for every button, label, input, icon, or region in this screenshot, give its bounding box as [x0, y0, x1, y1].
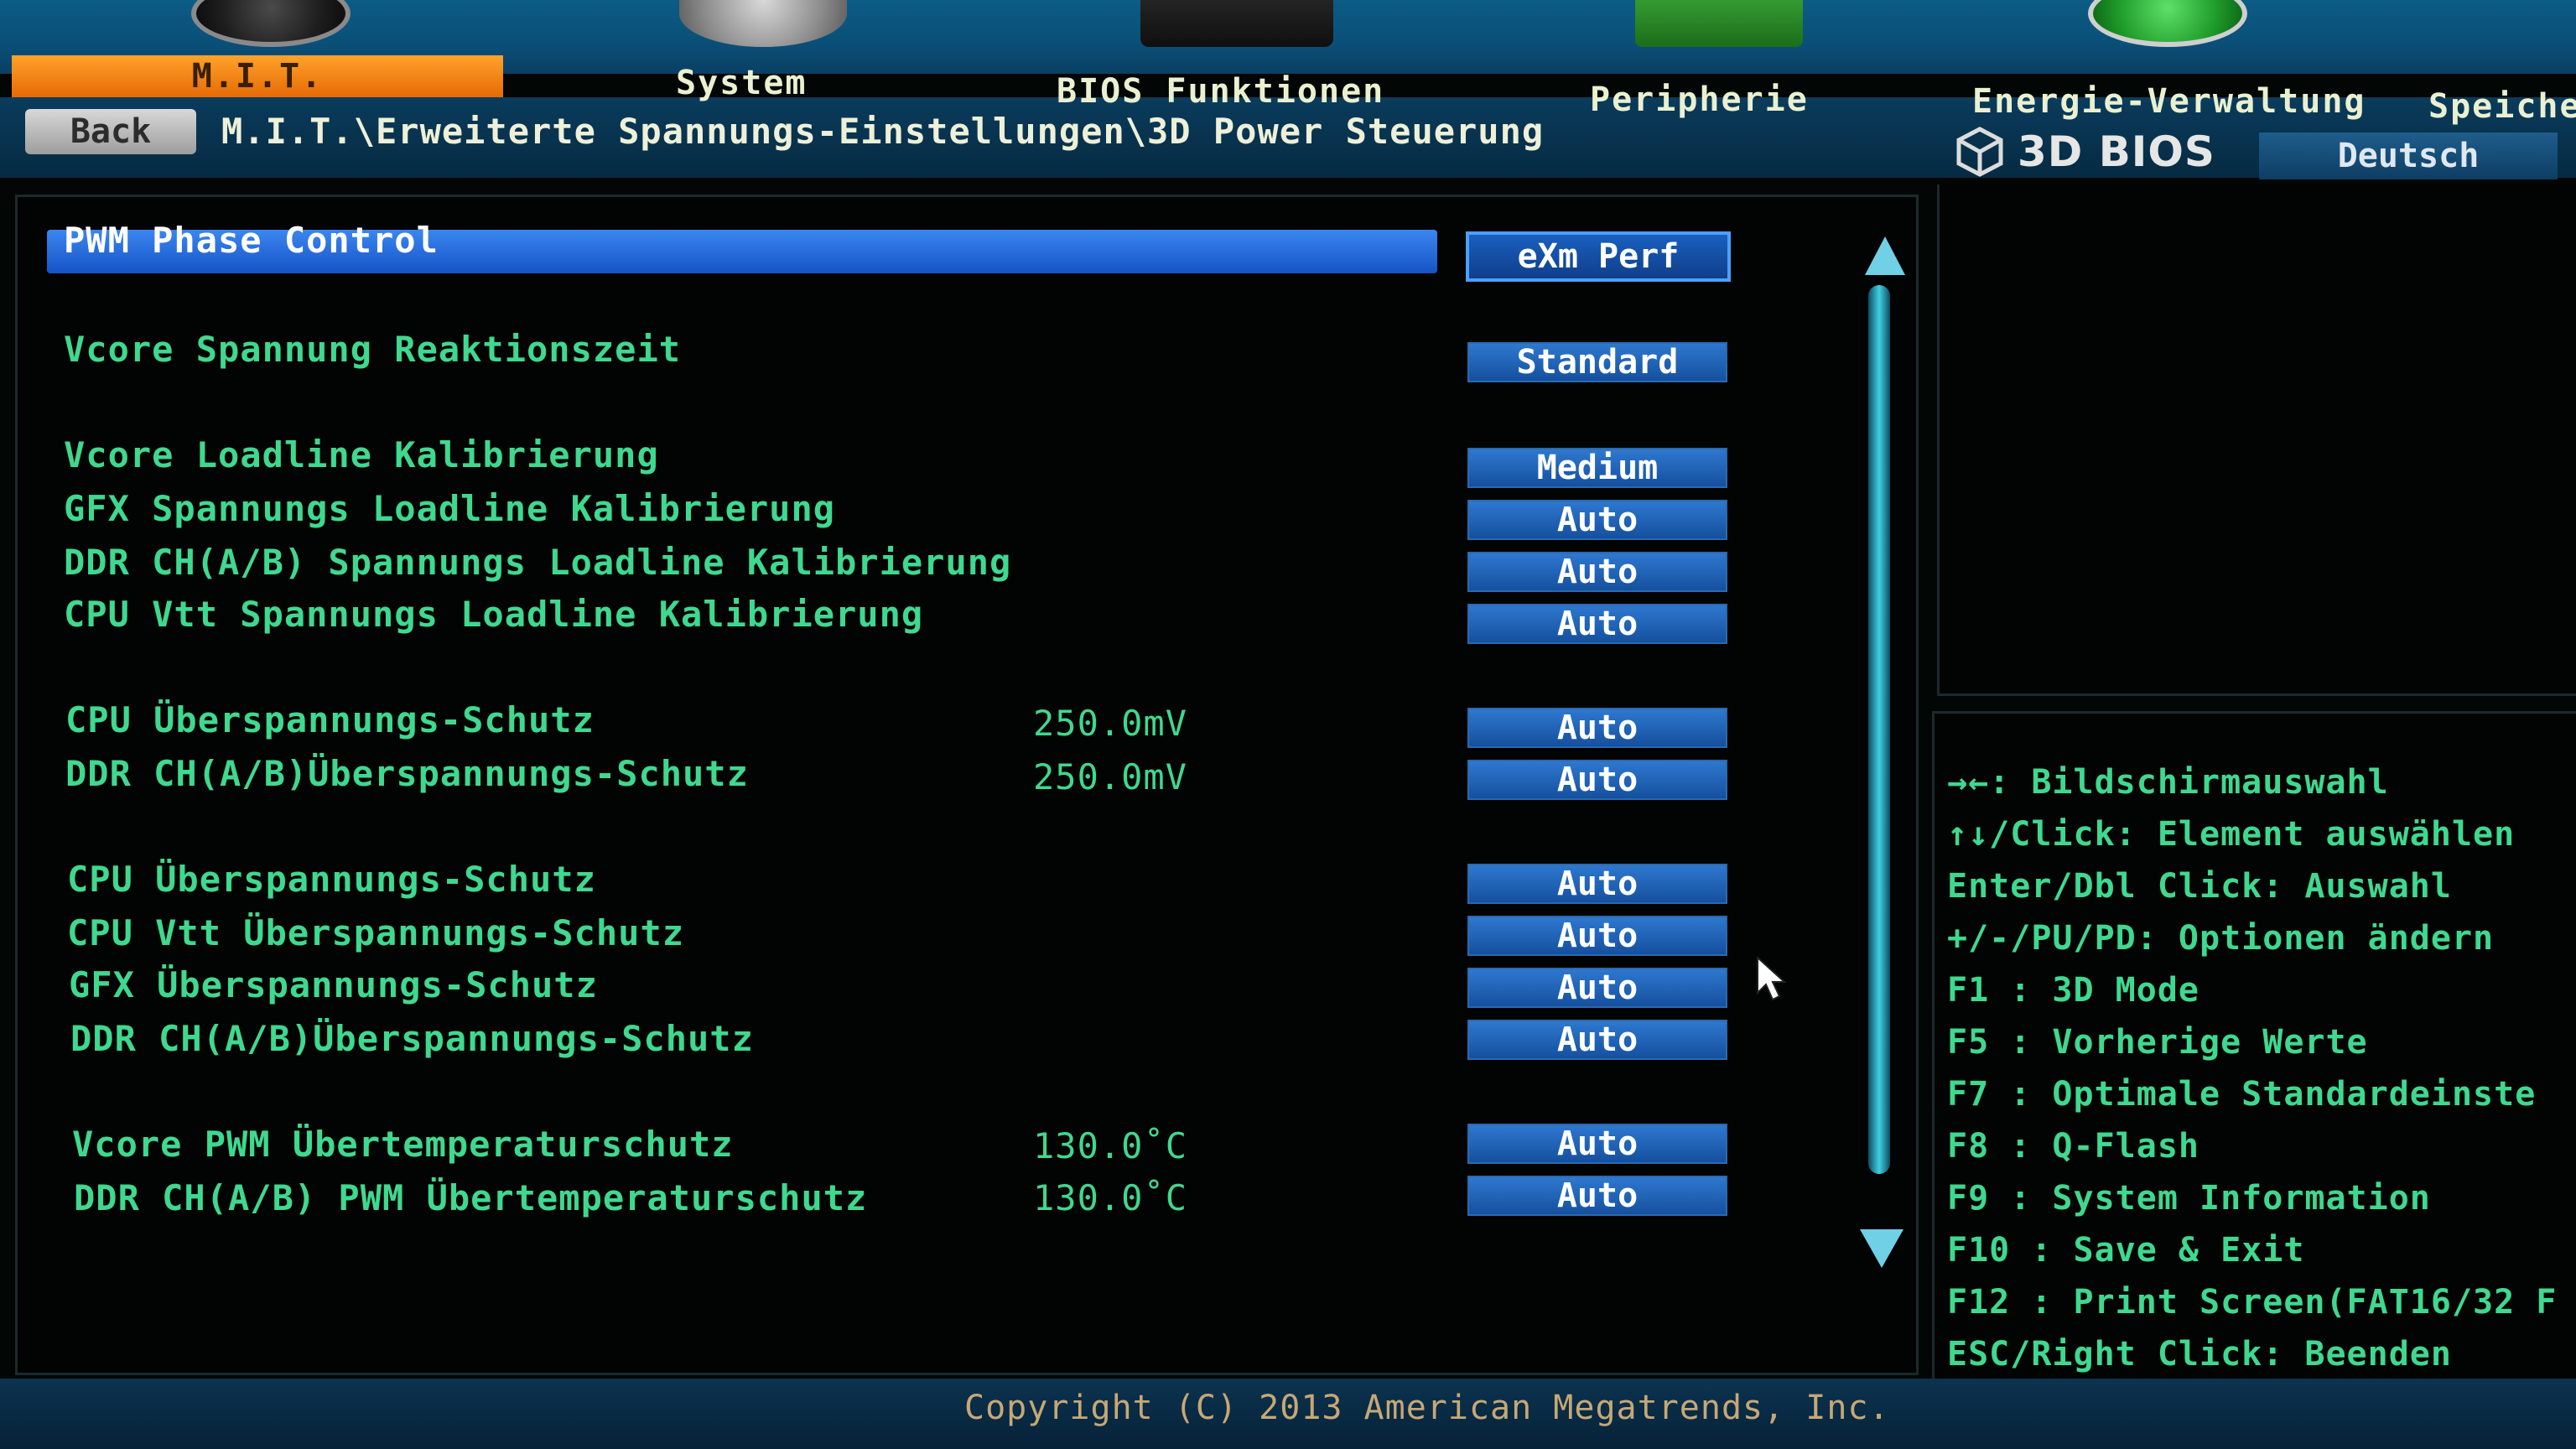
- setting-label-ddr-ueberspannung[interactable]: DDR CH(A/B)Überspannungs-Schutz: [65, 753, 749, 794]
- help-line-f10: F10 : Save & Exit: [1947, 1231, 2305, 1270]
- value-ddr-ueberspannung[interactable]: Auto: [1467, 760, 1727, 800]
- help-line-f8: F8 : Q-Flash: [1947, 1127, 2199, 1166]
- tab-mit[interactable]: M.I.T.: [12, 55, 503, 97]
- cube-icon: [1956, 127, 2003, 177]
- value-ddr-uebertemperatur[interactable]: Auto: [1467, 1176, 1727, 1216]
- value-vcore-reaktionszeit[interactable]: Standard: [1467, 342, 1727, 382]
- value-cpu-vtt-loadline[interactable]: Auto: [1467, 604, 1727, 644]
- logo-3d-bios[interactable]: 3D BIOS: [1954, 126, 2215, 178]
- setting-label-pwm-phase-control[interactable]: PWM Phase Control: [64, 220, 439, 261]
- setting-label-gfx-loadline[interactable]: GFX Spannungs Loadline Kalibrierung: [64, 488, 835, 529]
- value-vcore-loadline[interactable]: Medium: [1467, 448, 1727, 488]
- setting-label-ddr-ueberspannung-2[interactable]: DDR CH(A/B)Überspannungs-Schutz: [70, 1018, 754, 1059]
- reading-cpu-ueberspannung: 250.0mV: [1033, 703, 1188, 744]
- reading-ddr-temperatur: 130.0˚C: [1033, 1177, 1188, 1218]
- tab-peripherie[interactable]: Peripherie: [1590, 80, 1809, 119]
- reading-ddr-ueberspannung: 250.0mV: [1033, 756, 1188, 797]
- setting-label-cpu-ueberspannung-2[interactable]: CPU Überspannungs-Schutz: [67, 859, 596, 900]
- help-line-change-options: +/-/PU/PD: Optionen ändern: [1947, 919, 2495, 958]
- help-line-f5: F5 : Vorherige Werte: [1947, 1023, 2368, 1062]
- help-line-f1: F1 : 3D Mode: [1947, 971, 2199, 1010]
- value-cpu-ueberspannung-2[interactable]: Auto: [1467, 864, 1727, 904]
- tab-speicher[interactable]: Speiche: [2428, 87, 2576, 126]
- help-line-f7: F7 : Optimale Standardeinste: [1947, 1075, 2537, 1114]
- mouse-cursor-icon: [1757, 956, 1787, 1001]
- help-line-enter: Enter/Dbl Click: Auswahl: [1947, 867, 2452, 906]
- scroll-up-arrow-icon[interactable]: [1865, 236, 1905, 275]
- setting-label-ddr-uebertemperatur[interactable]: DDR CH(A/B) PWM Übertemperaturschutz: [74, 1177, 867, 1218]
- value-ddr-ueberspannung-2[interactable]: Auto: [1467, 1020, 1727, 1060]
- value-ddr-loadline[interactable]: Auto: [1467, 552, 1727, 592]
- copyright-text: Copyright (C) 2013 American Megatrends, …: [964, 1389, 1890, 1427]
- setting-label-vcore-uebertemperatur[interactable]: Vcore PWM Übertemperaturschutz: [72, 1124, 734, 1165]
- gauge-icon[interactable]: [191, 0, 351, 47]
- help-line-f12: F12 : Print Screen(FAT16/32 F: [1947, 1283, 2558, 1322]
- setting-label-vcore-loadline[interactable]: Vcore Loadline Kalibrierung: [64, 434, 659, 475]
- tab-system[interactable]: System: [676, 64, 808, 102]
- chip-icon[interactable]: [1140, 0, 1333, 47]
- setting-label-cpu-vtt-loadline[interactable]: CPU Vtt Spannungs Loadline Kalibrierung: [64, 594, 923, 635]
- breadcrumb: M.I.T.\Erweiterte Spannungs-Einstellunge…: [221, 111, 1545, 152]
- value-pwm-phase-control[interactable]: eXm Perf: [1466, 231, 1731, 282]
- setting-label-gfx-ueberspannung[interactable]: GFX Überspannungs-Schutz: [69, 964, 598, 1005]
- help-line-f9: F9 : System Information: [1947, 1179, 2431, 1218]
- info-panel: [1937, 184, 2576, 696]
- gear-icon[interactable]: [679, 0, 847, 47]
- value-cpu-vtt-ueberspannung[interactable]: Auto: [1467, 916, 1727, 956]
- setting-label-ddr-loadline[interactable]: DDR CH(A/B) Spannungs Loadline Kalibrier…: [64, 542, 1011, 583]
- value-cpu-ueberspannung[interactable]: Auto: [1467, 708, 1727, 748]
- value-vcore-uebertemperatur[interactable]: Auto: [1467, 1124, 1727, 1164]
- value-gfx-ueberspannung[interactable]: Auto: [1467, 968, 1727, 1008]
- setting-label-cpu-vtt-ueberspannung[interactable]: CPU Vtt Überspannungs-Schutz: [67, 912, 684, 953]
- setting-label-vcore-reaktionszeit[interactable]: Vcore Spannung Reaktionszeit: [64, 329, 681, 370]
- reading-vcore-temperatur: 130.0˚C: [1033, 1125, 1188, 1166]
- setting-label-cpu-ueberspannung[interactable]: CPU Überspannungs-Schutz: [65, 699, 595, 740]
- power-icon[interactable]: [2088, 0, 2247, 47]
- logo-text: 3D BIOS: [2018, 127, 2215, 176]
- help-line-screen-select: →←: Bildschirmauswahl: [1947, 763, 2389, 802]
- help-line-esc: ESC/Right Click: Beenden: [1947, 1335, 2452, 1374]
- help-line-element-select: ↑↓/Click: Element auswählen: [1947, 815, 2516, 854]
- scroll-down-arrow-icon[interactable]: [1860, 1229, 1903, 1268]
- scrollbar[interactable]: [1868, 285, 1890, 1174]
- peripheral-icon[interactable]: [1635, 0, 1803, 47]
- tab-energie-verwaltung[interactable]: Energie-Verwaltung: [1972, 82, 2366, 121]
- language-button[interactable]: Deutsch: [2259, 132, 2558, 179]
- tab-bios-funktionen[interactable]: BIOS Funktionen: [1057, 72, 1384, 111]
- value-gfx-loadline[interactable]: Auto: [1467, 500, 1727, 540]
- back-button[interactable]: Back: [25, 109, 196, 154]
